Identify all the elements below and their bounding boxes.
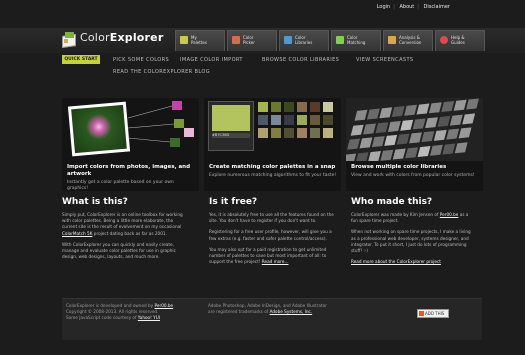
matching-illustration: #B7C36D [204,98,341,161]
blog-link[interactable]: READ THE COLOREXPLORER BLOG [113,69,210,75]
is-it-free-section: Is it free? Yes, it is absolutely free t… [209,197,334,265]
feature-desc: Explore numerous matching algorithms to … [209,173,337,178]
feature-title: Create matching color palettes in a snap [209,164,336,170]
section-heading: Who made this? [351,197,433,207]
who-made-this-section: Who made this? ColorExplorer was made by… [351,197,476,265]
feature-matching[interactable]: #B7C36D Create matching color palettes i… [204,98,341,191]
import-illustration [62,98,199,161]
footer-per00-link[interactable]: Per00.be [155,303,174,308]
quick-start-label: QUICK START [62,55,100,64]
share-icon [419,311,424,316]
feature-desc: Instantly get a color palette based on y… [67,180,174,191]
matching-icon [336,36,344,44]
feature-import[interactable]: Import colors from photos, images, and a… [62,98,199,191]
login-link[interactable]: Login [377,4,391,10]
libraries-illustration [346,98,483,161]
about-link[interactable]: About [399,4,414,10]
footer-trademarks: Adobe Photoshop, Adobe InDesign, and Ado… [208,303,327,314]
read-more-link[interactable]: Read more... [262,259,289,264]
logo-icon[interactable] [62,32,76,48]
nav-tab-analysis-conversion[interactable]: Analysis & Conversion [383,30,433,51]
what-is-this-section: What is this? Simply put, ColorExplorer … [62,197,187,260]
adobe-link[interactable]: Adobe Systems, Inc. [270,309,313,314]
section-heading: Is it free? [209,197,258,207]
colormatch-link[interactable]: ColorMatch 5K [62,231,92,236]
section-heading: What is this? [62,197,128,207]
nav-tab-help-guides[interactable]: Help & Guides [435,30,485,51]
nav-tab-color-matching[interactable]: Color Matching [331,30,381,51]
per00-link[interactable]: Per00.be [440,212,459,217]
nav-tab-color-libraries[interactable]: Color Libraries [279,30,329,51]
nav-tab-my-palettes[interactable]: My Palettes [175,30,225,51]
help-icon [440,36,448,44]
color-picker-icon [232,36,240,44]
palette-icon [180,36,188,44]
about-project-link[interactable]: Read more about the ColorExplorer projec… [351,259,441,264]
browse-libraries-link[interactable]: BROWSE COLOR LIBRARIES [262,57,339,63]
analysis-icon [388,36,396,44]
top-links: Login | About | Disclaimer [376,4,450,10]
feature-title: Import colors from photos, images, and a… [67,164,191,177]
yui-link[interactable]: Yahoo! YUI [138,315,160,320]
pick-colors-link[interactable]: PICK SOME COLORS [113,57,169,63]
feature-title: Browse multiple color libraries [351,164,447,170]
footer-left: ColorExplorer is developed and owned by … [66,303,174,320]
addthis-button[interactable]: ADD THIS [417,309,449,318]
site-logo-text[interactable]: ColorExplorer [80,31,163,44]
feature-desc: View and work with colors from popular c… [351,173,475,178]
disclaimer-link[interactable]: Disclaimer [424,4,450,10]
swatch-code: #B7C36D [212,133,250,138]
feature-libraries[interactable]: Browse multiple color libraries View and… [346,98,483,191]
image-import-link[interactable]: IMAGE COLOR IMPORT [180,57,243,63]
screencasts-link[interactable]: VIEW SCREENCASTS [356,57,414,63]
library-icon [284,36,292,44]
nav-tab-color-picker[interactable]: Color Picker [227,30,277,51]
